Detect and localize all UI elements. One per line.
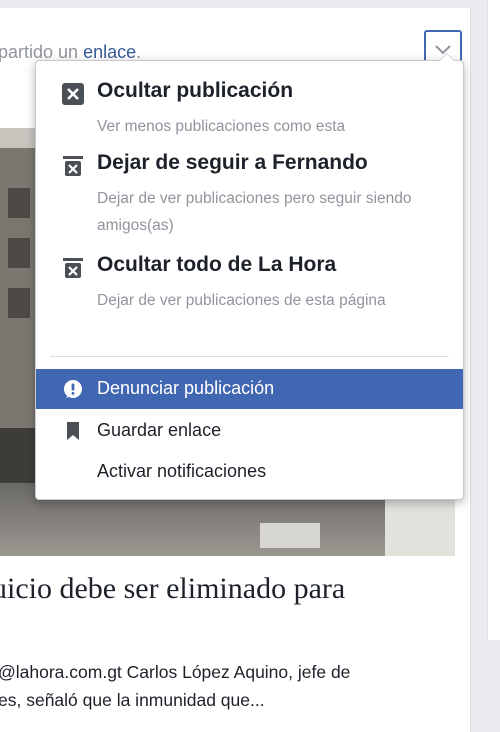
summary-line: @lahora.com.gt Carlos López Aquino, jefe… [0,662,351,682]
menu-item-notifications[interactable]: Activar notificaciones [36,452,463,492]
summary-line: es, señaló que la inmunidad que... [0,690,265,710]
menu-item-description: Dejar de ver publicaciones de esta págin… [97,292,386,309]
menu-item-hide-post[interactable]: Ocultar publicación Ver menos publicacio… [36,79,463,139]
menu-item-title: Dejar de seguir a Fernando [97,151,368,174]
unfollow-icon [63,156,83,176]
hide-all-icon [63,258,83,278]
shared-suffix: . [136,42,142,62]
menu-item-label: Guardar enlace [97,420,222,440]
menu-item-title: Ocultar todo de La Hora [97,253,337,276]
menu-caret [439,53,455,61]
post-options-menu: Ocultar publicación Ver menos publicacio… [35,53,464,500]
shared-link[interactable]: enlace [83,42,136,62]
menu-item-description: Dejar de ver publicaciones pero seguir s… [97,190,412,234]
shared-prefix: partido un [0,42,84,62]
menu-item-save[interactable]: Guardar enlace [36,411,463,451]
report-exclamation-icon [63,380,82,398]
menu-item-report[interactable]: Denunciar publicación [36,369,463,409]
bookmark-icon [67,422,79,440]
link-summary: @lahora.com.gt Carlos López Aquino, jefe… [0,658,428,714]
menu-item-label: Denunciar publicación [97,378,275,398]
menu-item-description: Ver menos publicaciones como esta [97,118,346,135]
hide-x-icon [62,83,84,105]
menu-divider [50,356,449,357]
menu-item-unfollow[interactable]: Dejar de seguir a Fernando Dejar de ver … [36,151,463,236]
link-headline[interactable]: uicio debe ser eliminado para [0,572,345,606]
menu-item-hide-all[interactable]: Ocultar todo de La Hora Dejar de ver pub… [36,253,463,338]
menu-item-label: Activar notificaciones [97,461,267,481]
right-column [487,0,500,640]
menu-item-title: Ocultar publicación [97,79,294,102]
